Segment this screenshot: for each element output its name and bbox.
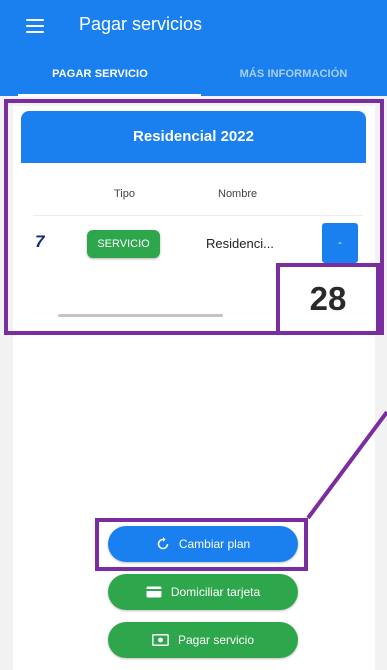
tab-pagar-servicio[interactable]: PAGAR SERVICIO	[0, 68, 200, 96]
annotation-highlight-button	[95, 518, 308, 571]
menu-icon[interactable]	[26, 18, 48, 34]
annotation-label-text: 28	[309, 280, 347, 317]
annotation-label: 28	[276, 263, 380, 335]
tab-mas-informacion[interactable]: MÁS INFORMACIÓN	[200, 68, 387, 96]
direct-debit-button[interactable]: Domiciliar tarjeta	[108, 574, 298, 610]
tab-indicator	[18, 94, 201, 97]
page-title: Pagar servicios	[79, 14, 203, 34]
app-bar: Pagar servicios PAGAR SERVICIO MÁS INFOR…	[0, 0, 387, 97]
pay-service-label: Pagar servicio	[177, 633, 255, 647]
direct-debit-label: Domiciliar tarjeta	[170, 585, 261, 599]
pay-service-button[interactable]: Pagar servicio	[108, 622, 298, 658]
cash-icon	[152, 634, 169, 646]
credit-card-icon	[146, 586, 162, 598]
